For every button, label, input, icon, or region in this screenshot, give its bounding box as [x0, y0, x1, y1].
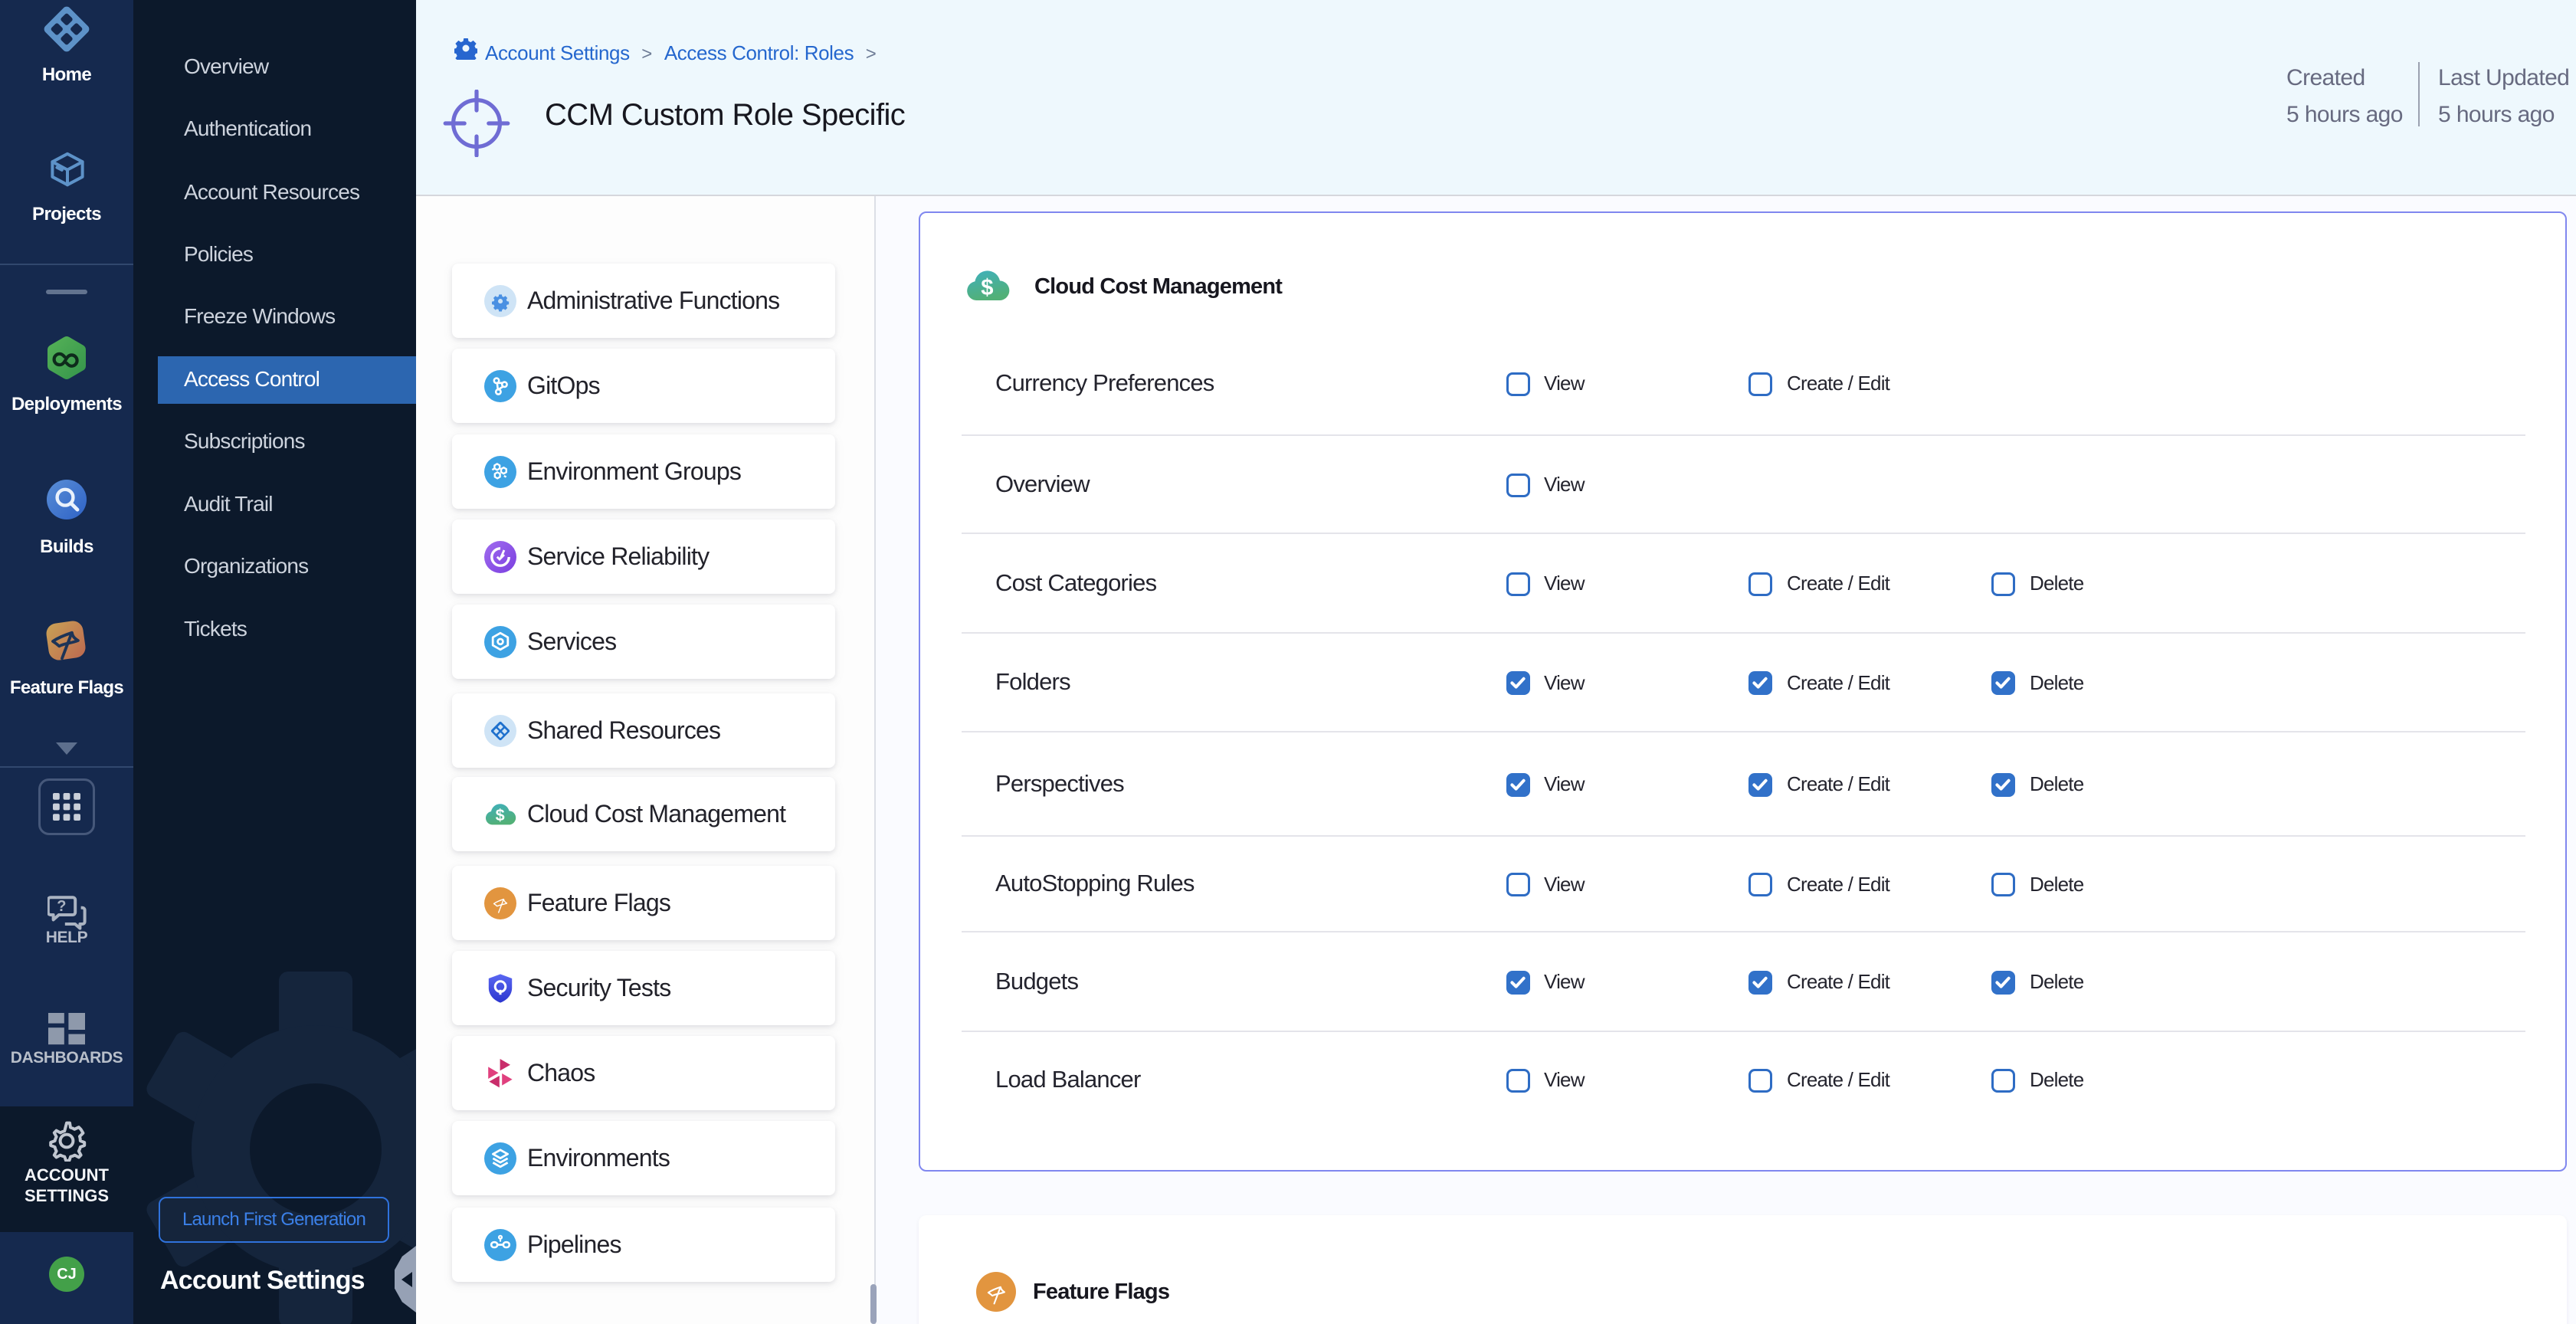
svg-text:?: ?	[57, 898, 66, 915]
svg-text:$: $	[496, 805, 505, 824]
svg-text:$: $	[981, 276, 993, 300]
